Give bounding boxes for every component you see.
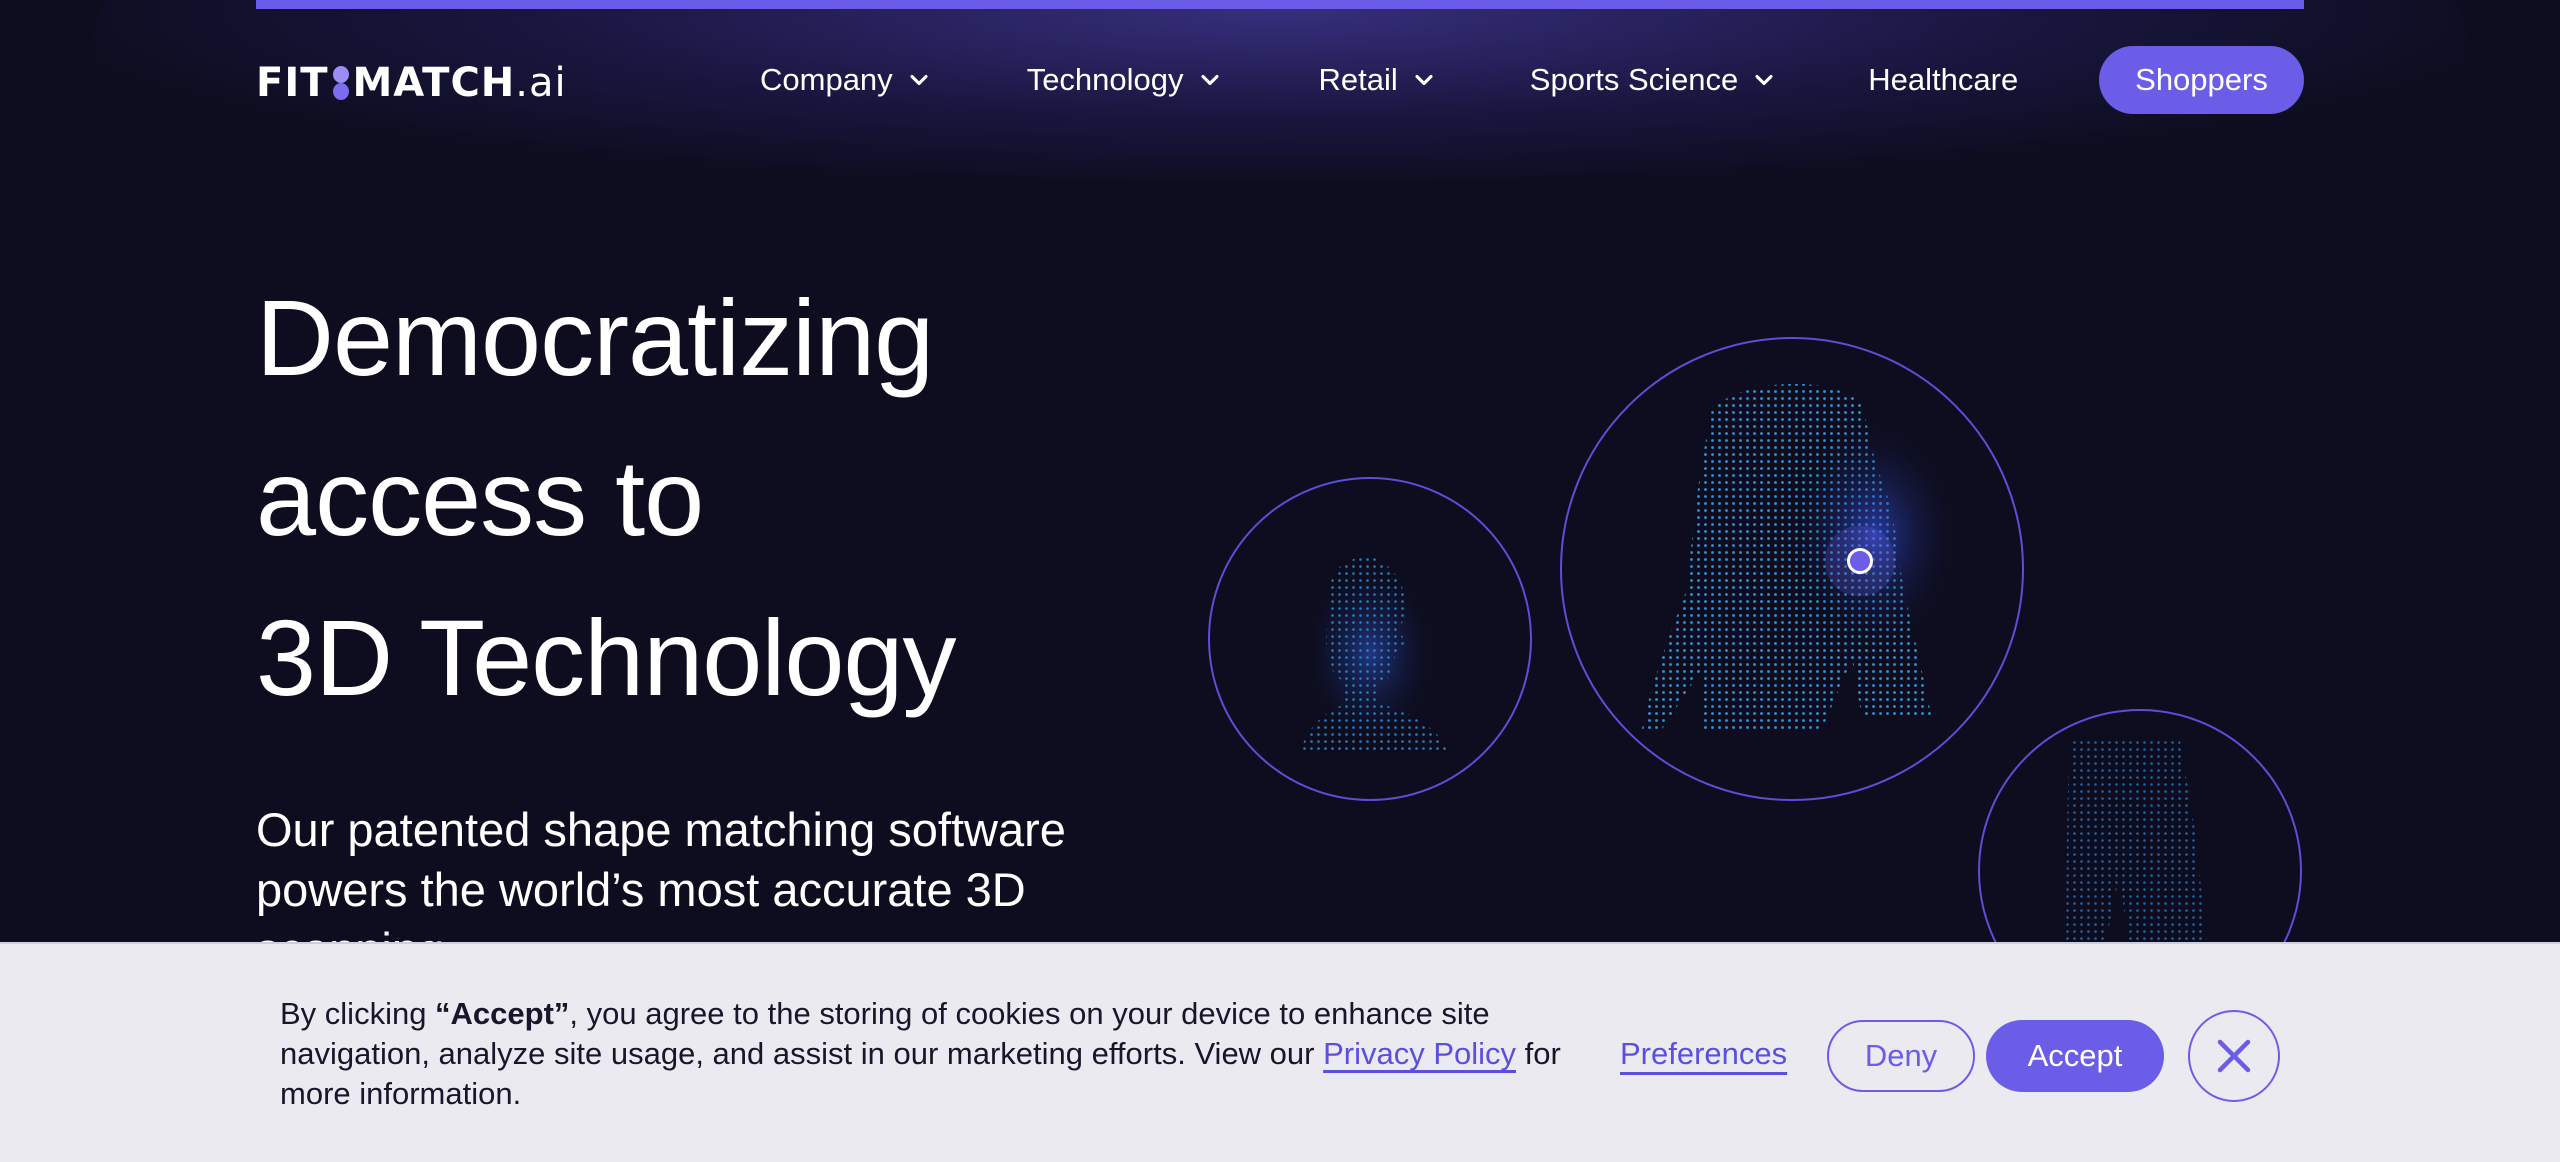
- chevron-down-icon: [1750, 66, 1778, 94]
- hero-title-line: 3D Technology: [256, 597, 957, 718]
- main-nav: Company Technology Retail Sports Science…: [760, 46, 2018, 114]
- logo-text-match: MATCH: [352, 60, 516, 106]
- close-banner-button[interactable]: [2188, 1010, 2280, 1102]
- logo-text-ai: .ai: [515, 60, 567, 106]
- accept-button[interactable]: Accept: [1986, 1020, 2164, 1092]
- cookie-message: By clicking “Accept”, you agree to the s…: [280, 994, 1570, 1114]
- nav-item-healthcare[interactable]: Healthcare: [1868, 62, 2018, 98]
- nav-item-label: Technology: [1026, 62, 1184, 97]
- cookie-banner: By clicking “Accept”, you agree to the s…: [0, 942, 2560, 1162]
- nav-item-company[interactable]: Company: [760, 62, 933, 98]
- torso-scan-image: [1642, 383, 1962, 729]
- nav-item-label: Company: [760, 62, 893, 97]
- shoppers-button[interactable]: Shoppers: [2099, 46, 2304, 114]
- privacy-policy-link[interactable]: Privacy Policy: [1323, 1036, 1516, 1071]
- nav-item-retail[interactable]: Retail: [1319, 62, 1438, 98]
- nav-item-label: Sports Science: [1529, 62, 1739, 97]
- hero-title-line: access to: [256, 437, 704, 558]
- nav-item-label: Retail: [1318, 62, 1398, 97]
- page: FIT MATCH .ai Company Technology Retail …: [0, 0, 2560, 1162]
- deny-button[interactable]: Deny: [1827, 1020, 1975, 1092]
- hero-title: Democratizing access to 3D Technology: [256, 258, 1156, 738]
- close-icon: [2217, 1039, 2251, 1073]
- hero-title-line: Democratizing: [256, 277, 934, 398]
- logo-mark-icon: [332, 65, 349, 101]
- torso-scan-circle: [1560, 337, 2024, 801]
- cookie-text-accept-bold: “Accept”: [435, 996, 570, 1031]
- logo-text-fit: FIT: [256, 60, 329, 106]
- nav-item-label: Healthcare: [1868, 62, 2019, 97]
- nav-item-sports-science[interactable]: Sports Science: [1530, 62, 1779, 98]
- hotspot-icon[interactable]: [1847, 548, 1873, 574]
- top-accent-bar: [256, 0, 2304, 9]
- chevron-down-icon: [1410, 66, 1438, 94]
- head-scan-image: [1300, 549, 1450, 754]
- preferences-link[interactable]: Preferences: [1620, 1036, 1787, 1072]
- nav-item-technology[interactable]: Technology: [1027, 62, 1224, 98]
- head-scan-circle: [1208, 477, 1532, 801]
- chevron-down-icon: [1196, 66, 1224, 94]
- fitmatch-logo[interactable]: FIT MATCH .ai: [256, 58, 567, 108]
- cookie-text-start: By clicking: [280, 996, 436, 1031]
- chevron-down-icon: [905, 66, 933, 94]
